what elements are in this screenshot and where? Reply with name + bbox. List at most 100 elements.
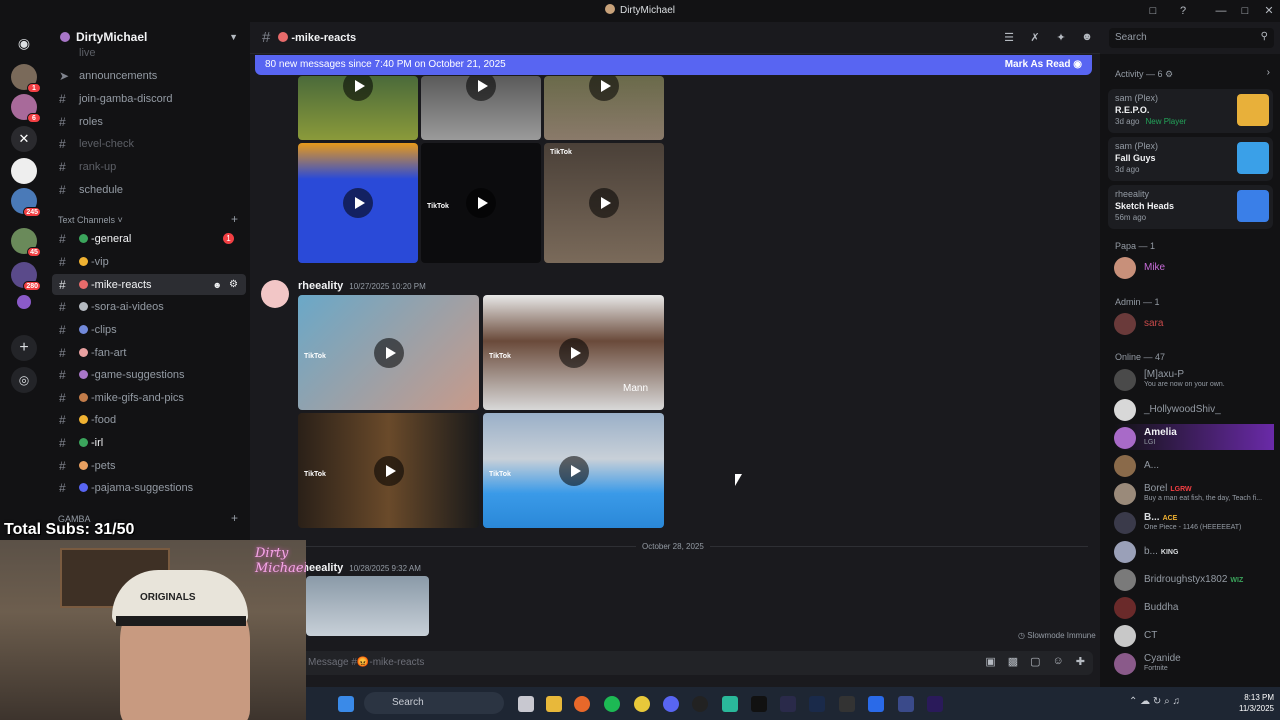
video-thumbnail[interactable]: TikTok	[421, 143, 541, 263]
avatar[interactable]	[261, 280, 289, 308]
gift-icon[interactable]: ▣	[985, 655, 995, 668]
emoji-icon[interactable]: ☺	[1053, 655, 1064, 668]
channel-schedule[interactable]: # schedule	[52, 179, 246, 200]
minimize-button[interactable]: —	[1213, 3, 1229, 19]
chrome-icon[interactable]	[634, 696, 650, 712]
close-button[interactable]: ✕	[1261, 3, 1277, 19]
image-attachment[interactable]	[306, 576, 429, 636]
member-list-icon[interactable]: ☻	[1080, 31, 1094, 45]
apps-icon[interactable]: ✚	[1076, 655, 1085, 668]
app-icon[interactable]	[722, 696, 738, 712]
category-text-channels[interactable]: Text Channels ˅	[58, 215, 123, 225]
steam-icon[interactable]	[809, 696, 825, 712]
server-avatar[interactable]: 280	[11, 262, 41, 291]
notification-mute-icon[interactable]: ✗	[1028, 31, 1042, 45]
threads-icon[interactable]: ☰	[1002, 31, 1016, 45]
taskbar-clock[interactable]: 8:13 PM 11/3/2025	[1239, 692, 1274, 714]
channel-pets[interactable]: # -pets	[52, 455, 246, 476]
taskbar-search[interactable]: Search	[364, 692, 504, 714]
channel-join-gamba-discord[interactable]: # join-gamba-discord	[52, 88, 246, 109]
channel-sora-ai-videos[interactable]: # -sora-ai-videos	[52, 296, 246, 317]
channel-pajama-suggestions[interactable]: # -pajama-suggestions	[52, 477, 246, 498]
video-thumbnail[interactable]	[298, 143, 418, 263]
tray-icons[interactable]: ⌃ ☁ ↻ ⌕ ♫	[1129, 696, 1180, 707]
app-icon[interactable]	[868, 696, 884, 712]
new-messages-bar[interactable]: 80 new messages since 7:40 PM on October…	[255, 55, 1092, 75]
start-icon[interactable]	[338, 696, 354, 712]
member-item[interactable]: Borel LGRW Buy a man eat fish, the day, Te…	[1114, 480, 1274, 506]
member-item[interactable]: Bridroughstyx1802 WIZ	[1114, 566, 1274, 592]
add-channel-icon[interactable]: +	[231, 511, 238, 525]
premiere-icon[interactable]	[927, 696, 943, 712]
video-thumbnail[interactable]: TikTok	[298, 413, 479, 528]
member-item[interactable]: Mike	[1114, 254, 1274, 280]
channel-game-suggestions[interactable]: # -game-suggestions	[52, 364, 246, 385]
member-item[interactable]: Buddha	[1114, 594, 1274, 620]
play-icon[interactable]	[373, 337, 404, 368]
server-avatar[interactable]: 45	[11, 228, 41, 257]
video-thumbnail[interactable]: TikTok	[544, 143, 664, 263]
obs-icon[interactable]	[692, 696, 708, 712]
channel-irl[interactable]: # -irl	[52, 432, 246, 453]
app-icon[interactable]	[780, 696, 796, 712]
activity-card[interactable]: sam (Plex) Fall Guys 3d ago	[1108, 137, 1273, 181]
add-server-icon[interactable]: +	[11, 335, 37, 361]
message-author[interactable]: rheeality	[298, 280, 343, 292]
activity-card[interactable]: rheeality Sketch Heads 56m ago	[1108, 185, 1273, 229]
member-item[interactable]: _HollywoodShiv_	[1114, 396, 1274, 422]
play-icon[interactable]	[589, 76, 619, 101]
invite-icon[interactable]: ☻	[213, 280, 222, 290]
play-icon[interactable]	[343, 188, 373, 218]
inbox-icon[interactable]: □	[1145, 3, 1161, 19]
member-item[interactable]: sara	[1114, 310, 1274, 336]
message-input[interactable]: Message #😡-mike-reacts ▣ ▩ ▢ ☺ ✚	[298, 651, 1093, 675]
play-icon[interactable]	[558, 337, 589, 368]
server-avatar[interactable]: 1	[11, 64, 41, 93]
gif-icon[interactable]: ▩	[1008, 655, 1018, 668]
discord-home-icon[interactable]: ◉	[11, 30, 37, 56]
sticker-icon[interactable]: ▢	[1030, 655, 1040, 668]
video-thumbnail[interactable]: TikTok	[483, 413, 664, 528]
channel-roles[interactable]: # roles	[52, 111, 246, 132]
file-icon[interactable]	[518, 696, 534, 712]
play-icon[interactable]	[466, 188, 496, 218]
member-item[interactable]: B... ACE One Piece - 1146 (HEEEEEAT)	[1114, 509, 1274, 535]
video-thumbnail[interactable]: TikTok Mann	[483, 295, 664, 410]
play-icon[interactable]	[466, 76, 496, 101]
channel-food[interactable]: # -food	[52, 409, 246, 430]
search-input[interactable]: Search ⚲	[1109, 28, 1274, 48]
chevron-right-icon[interactable]: ›	[1267, 67, 1270, 78]
discover-icon[interactable]: ◎	[11, 367, 37, 393]
member-item[interactable]: [M]axu-P You are now on your own.	[1114, 366, 1274, 392]
video-thumbnail[interactable]	[298, 76, 418, 140]
channel-clips[interactable]: # -clips	[52, 319, 246, 340]
play-icon[interactable]	[373, 455, 404, 486]
play-icon[interactable]	[589, 188, 619, 218]
video-thumbnail[interactable]: TikTok	[298, 295, 479, 410]
channel-vip[interactable]: # -vip	[52, 251, 246, 272]
member-item[interactable]: b... KING	[1114, 538, 1274, 564]
app-icon[interactable]	[751, 696, 767, 712]
play-icon[interactable]	[343, 76, 373, 101]
server-avatar[interactable]	[11, 158, 37, 184]
explorer-icon[interactable]	[546, 696, 562, 712]
firefox-icon[interactable]	[574, 696, 590, 712]
channel-general[interactable]: # -general 1	[52, 228, 246, 249]
discord-icon[interactable]	[663, 696, 679, 712]
server-avatar[interactable]: 245	[11, 188, 41, 217]
maximize-button[interactable]: □	[1237, 3, 1253, 19]
member-item[interactable]: Cyanide Fortnite	[1114, 650, 1274, 676]
play-icon[interactable]	[558, 455, 589, 486]
server-avatar[interactable]	[17, 295, 31, 309]
channel-mike-gifs-and-pics[interactable]: # -mike-gifs-and-pics	[52, 387, 246, 408]
member-item[interactable]: Amelia LGI	[1114, 424, 1274, 450]
channel-announcements[interactable]: ➤ announcements	[52, 65, 246, 86]
video-thumbnail[interactable]	[421, 76, 541, 140]
spotify-icon[interactable]	[604, 696, 620, 712]
add-channel-icon[interactable]: +	[231, 212, 238, 226]
member-item[interactable]: A...	[1114, 452, 1274, 478]
activity-header[interactable]: Activity — 6 ⚙	[1115, 69, 1173, 80]
x-server-icon[interactable]: ✕	[11, 126, 37, 152]
channel-rank-up[interactable]: # rank-up	[52, 156, 246, 177]
channel-live[interactable]: live	[52, 47, 246, 59]
